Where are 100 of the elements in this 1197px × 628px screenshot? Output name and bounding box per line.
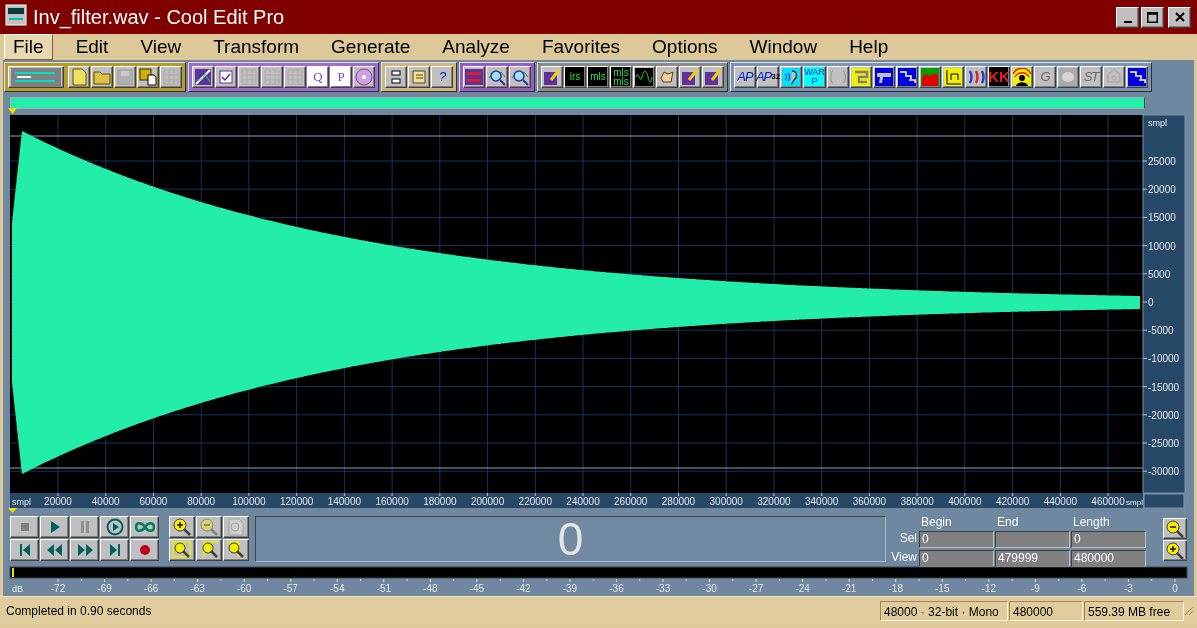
toolbar-button[interactable] (408, 65, 430, 88)
meter-label: -27 (748, 583, 764, 594)
toolbar-button[interactable] (919, 65, 941, 88)
grid-icon (264, 68, 280, 85)
tracks-icon (11, 67, 61, 86)
zoom-button[interactable] (169, 516, 195, 538)
toolbar-button[interactable]: ? (431, 65, 453, 88)
grid-icon (163, 68, 179, 85)
pause-icon (78, 520, 91, 534)
axis-label: 220000 (518, 496, 552, 507)
toolbar-button[interactable] (873, 65, 895, 88)
menu-item[interactable]: Help (840, 34, 898, 60)
toolbar-button[interactable] (463, 65, 485, 88)
maximize-button[interactable] (1141, 6, 1164, 28)
axis-label: 260000 (614, 496, 648, 507)
app-icon (5, 4, 27, 26)
transport-button[interactable] (40, 539, 69, 561)
menu-item[interactable]: Favorites (532, 34, 630, 60)
rewind-icon (45, 543, 64, 557)
toolbar-button[interactable] (633, 65, 655, 88)
menu-item[interactable]: Options (643, 34, 727, 60)
menu-item[interactable]: Transform (204, 34, 309, 60)
value-field[interactable]: 0 (919, 531, 994, 548)
status-message: Completed in 0.90 seconds (6, 604, 153, 618)
zoom-button[interactable] (1163, 540, 1187, 561)
axis-label: 5000 (1148, 268, 1171, 280)
meter-unit: dB (12, 584, 23, 594)
toolbar-button[interactable] (192, 65, 214, 88)
zoom-right-icon (226, 541, 246, 559)
toolbar-button[interactable] (656, 65, 678, 88)
menu-item[interactable]: Generate (322, 34, 420, 60)
skip-start-icon (18, 543, 31, 557)
toolbar-button[interactable]: irs (564, 65, 586, 88)
status-pane: 559.39 MB free (1084, 601, 1184, 621)
skip-end-icon (108, 543, 121, 557)
toolbar-button[interactable] (1011, 65, 1033, 88)
meter-label: -3 (1123, 583, 1133, 594)
menu-item[interactable]: Window (740, 34, 827, 60)
peak-marker (12, 568, 14, 577)
axis-unit: smpl (12, 497, 31, 507)
toolbar-button[interactable]: mls (587, 65, 609, 88)
toolbar-button[interactable] (509, 65, 531, 88)
toolbar-button[interactable] (486, 65, 508, 88)
transport-button[interactable] (40, 516, 69, 538)
record-icon (138, 544, 151, 556)
meter-label: -24 (795, 583, 810, 594)
toolbar-button[interactable]: P (330, 65, 352, 88)
toolbar-button[interactable] (385, 65, 407, 88)
time-readout: 0 (557, 516, 584, 562)
toolbar-button[interactable]: AP (734, 65, 756, 88)
transport-button[interactable] (130, 516, 159, 538)
bars-icon (465, 68, 483, 85)
toolbar-button[interactable] (942, 65, 964, 88)
toolbar-button[interactable] (541, 65, 563, 88)
close-button[interactable] (1168, 6, 1191, 28)
zoom-button[interactable] (1163, 518, 1187, 539)
axis-label: -5000 (1148, 325, 1174, 337)
zoom-button[interactable] (169, 539, 195, 561)
zoom-button[interactable] (223, 539, 249, 561)
toolbar-button[interactable] (8, 65, 64, 88)
toolbar-button[interactable] (137, 65, 159, 88)
meter-label: -63 (190, 583, 205, 594)
transport-button[interactable] (10, 516, 39, 538)
toolbar-button[interactable]: WARP (803, 65, 826, 88)
toolbar-button[interactable] (215, 65, 237, 88)
overview-scrollbar[interactable] (10, 97, 1145, 109)
status-pane: 480000 (1009, 601, 1083, 621)
toolbar-button[interactable] (780, 65, 802, 88)
transport-button[interactable] (100, 516, 129, 538)
play-circle-icon (105, 518, 124, 536)
menu-item[interactable]: Edit (66, 34, 118, 60)
toolbar-button[interactable]: mls mls (610, 65, 632, 88)
toolbar-button[interactable] (1126, 65, 1148, 88)
meter-label: -69 (97, 583, 112, 594)
minimize-button[interactable] (1116, 6, 1139, 28)
toolbar-button[interactable] (702, 65, 724, 88)
axis-label: 180000 (423, 496, 457, 507)
toolbar-button[interactable] (91, 65, 113, 88)
toolbar-button[interactable]: Q (307, 65, 329, 88)
transport-button[interactable] (70, 516, 99, 538)
meter-label: -33 (655, 583, 671, 594)
transport-button[interactable] (10, 539, 39, 561)
column-header: End (996, 515, 1020, 529)
zoom-button[interactable] (196, 539, 222, 561)
transport-button[interactable] (130, 539, 159, 561)
menu-item[interactable]: File (4, 34, 53, 60)
menu-item[interactable]: View (131, 34, 191, 60)
row-label: View (890, 550, 918, 566)
toolbar-button[interactable] (896, 65, 918, 88)
toolbar-button[interactable] (353, 65, 375, 88)
transport-button[interactable] (70, 539, 99, 561)
toolbar-button[interactable] (68, 65, 90, 88)
toolbar-button[interactable] (679, 65, 701, 88)
toolbar-button[interactable] (850, 65, 872, 88)
transport-button[interactable] (100, 539, 129, 561)
value-field[interactable] (995, 531, 1070, 548)
toolbar-button[interactable] (965, 65, 987, 88)
value-field[interactable]: 0 (1071, 531, 1146, 548)
axis-label: 120000 (279, 496, 314, 507)
menu-item[interactable]: Analyze (433, 34, 519, 60)
